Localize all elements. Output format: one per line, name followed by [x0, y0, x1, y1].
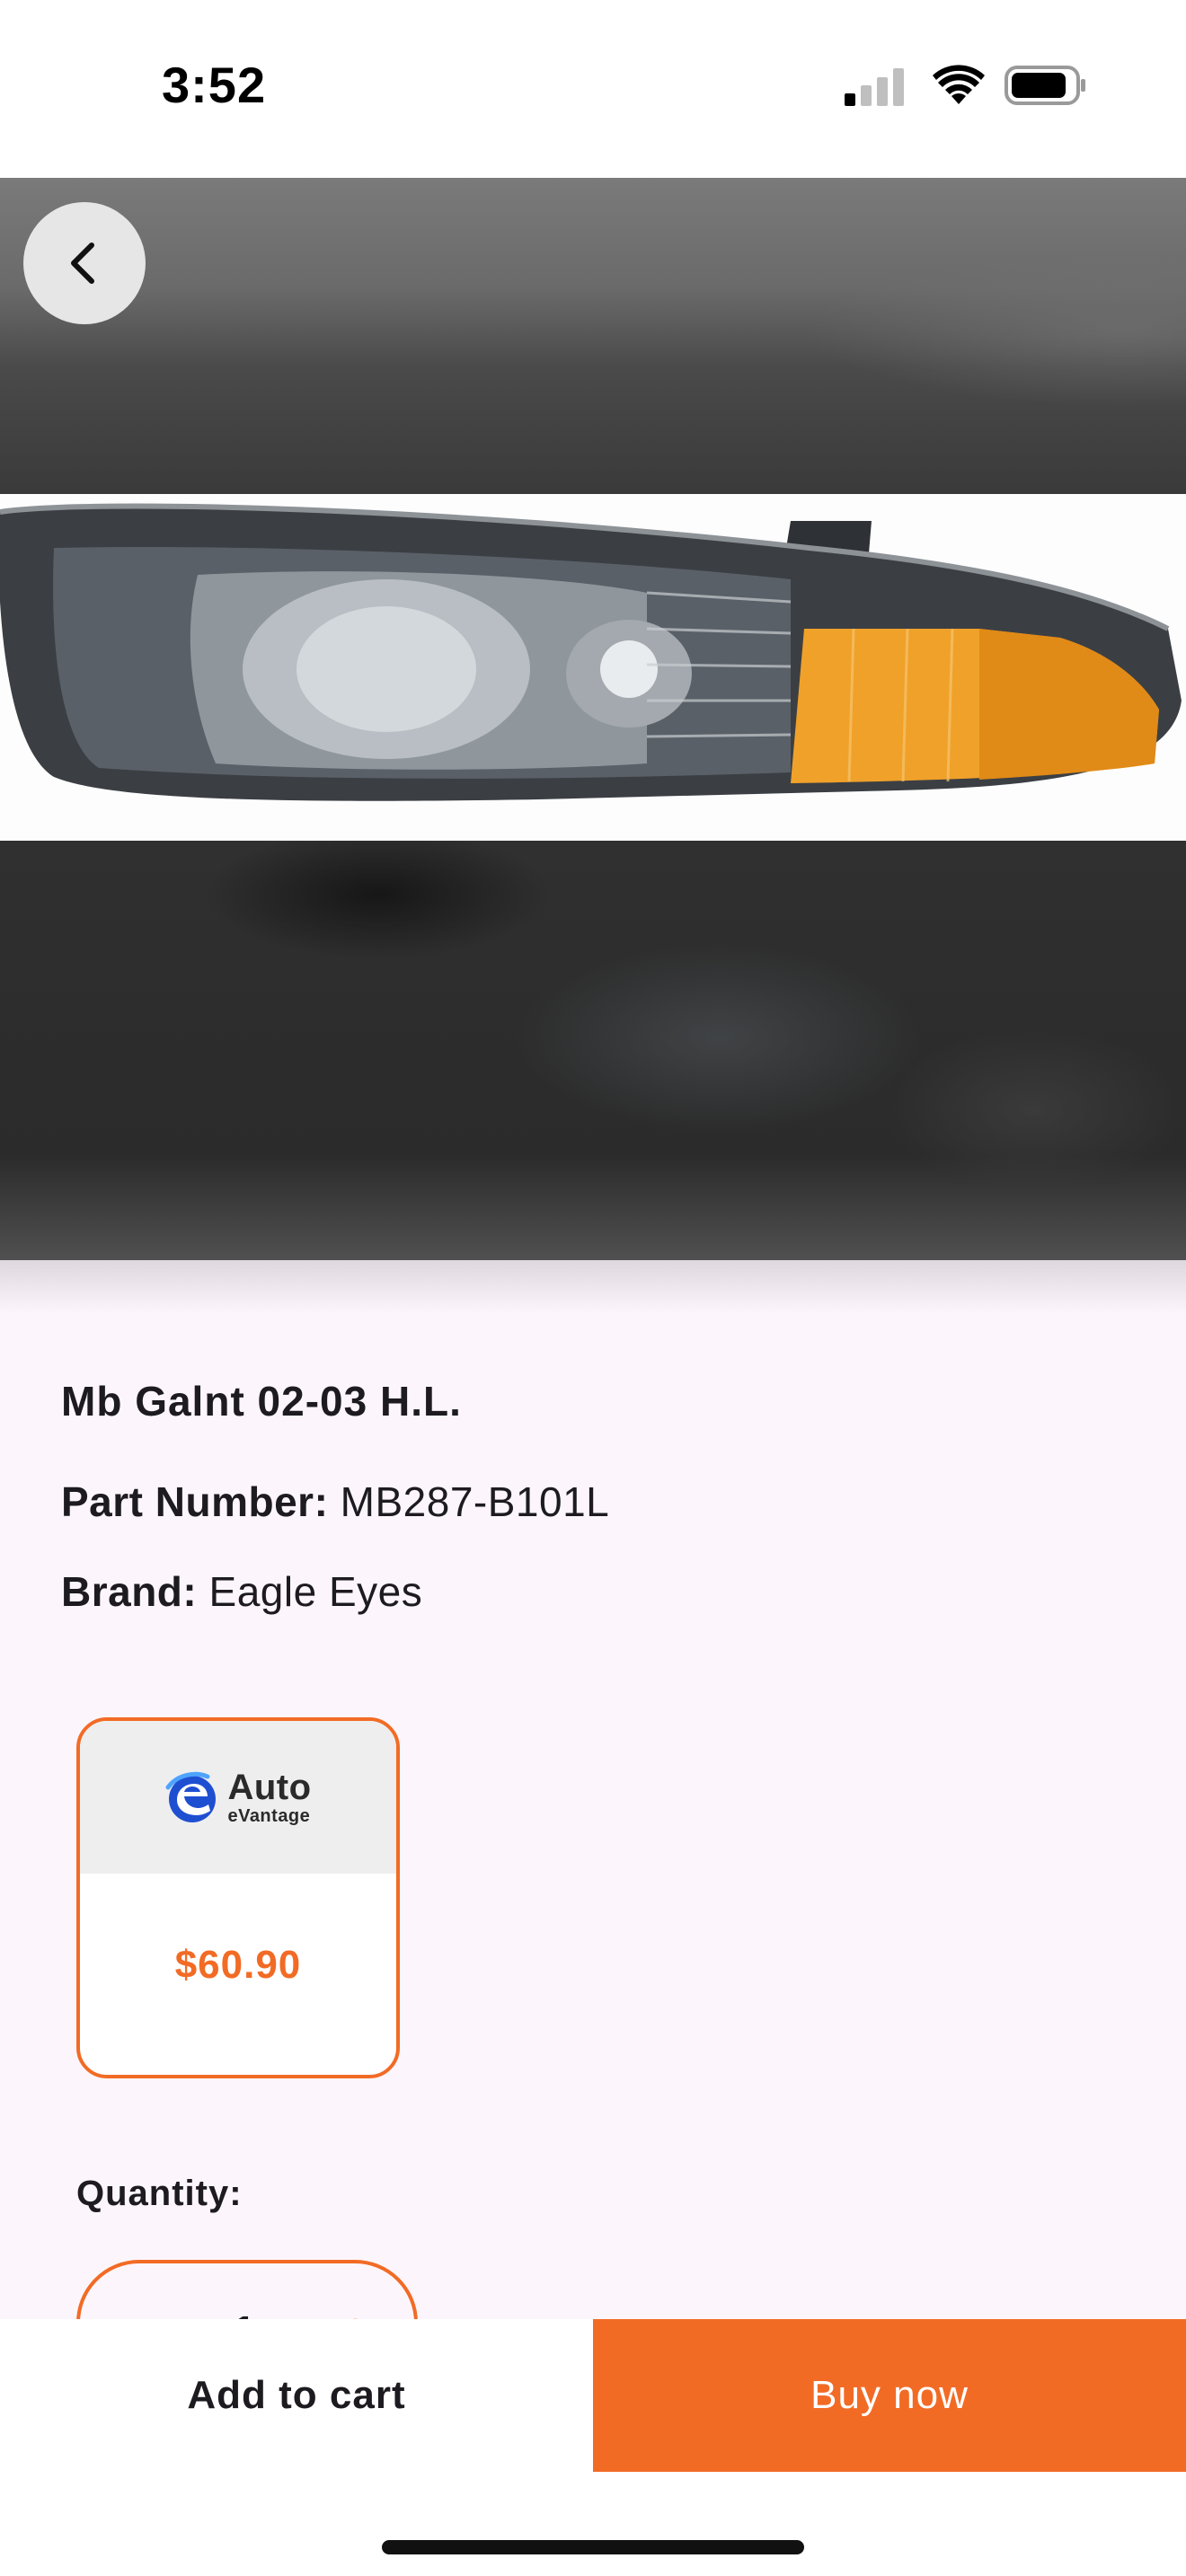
gallery-blurred-background-bottom — [0, 841, 1186, 1260]
status-bar: 3:52 — [0, 0, 1186, 178]
back-button[interactable] — [23, 202, 146, 324]
brand-label: Brand: — [61, 1568, 198, 1615]
brand-row: Brand: Eagle Eyes — [61, 1547, 1121, 1636]
home-indicator[interactable] — [382, 2540, 804, 2554]
part-number-value: MB287-B101L — [340, 1478, 610, 1525]
gallery-blurred-background — [0, 178, 1186, 494]
seller-logo-auto: Auto — [227, 1768, 312, 1807]
wifi-icon — [933, 65, 985, 104]
part-number-row: Part Number: MB287-B101L — [61, 1457, 1121, 1547]
gallery-shadow — [0, 1260, 1186, 1314]
quantity-label: Quantity: — [76, 2174, 243, 2213]
status-icons — [845, 61, 1087, 115]
add-to-cart-button[interactable]: Add to cart — [0, 2319, 593, 2472]
bottom-action-bar: Add to cart Buy now — [0, 2319, 1186, 2576]
seller-logo-sub: eVantage — [227, 1806, 311, 1826]
product-image-gallery[interactable] — [0, 178, 1186, 1260]
chevron-left-icon — [71, 243, 94, 284]
seller-price: $60.90 — [174, 1943, 302, 1987]
part-number-label: Part Number: — [61, 1478, 329, 1525]
cellular-signal-icon — [845, 68, 904, 106]
product-details: Mb Galnt 02-03 H.L. Part Number: MB287-B… — [61, 1365, 1121, 1636]
brand-value: Eagle Eyes — [208, 1568, 423, 1615]
seller-logo: Auto eVantage — [164, 1769, 311, 1825]
buy-now-button[interactable]: Buy now — [593, 2319, 1186, 2472]
seller-logo-area: Auto eVantage — [80, 1721, 396, 1874]
autoevantage-logo-icon — [165, 1771, 217, 1822]
product-title: Mb Galnt 02-03 H.L. — [61, 1378, 462, 1425]
status-time: 3:52 — [162, 57, 267, 113]
seller-offer-card[interactable]: Auto eVantage $60.90 — [76, 1717, 400, 2078]
battery-icon — [1005, 66, 1085, 105]
headlight-product-image — [0, 494, 1186, 841]
